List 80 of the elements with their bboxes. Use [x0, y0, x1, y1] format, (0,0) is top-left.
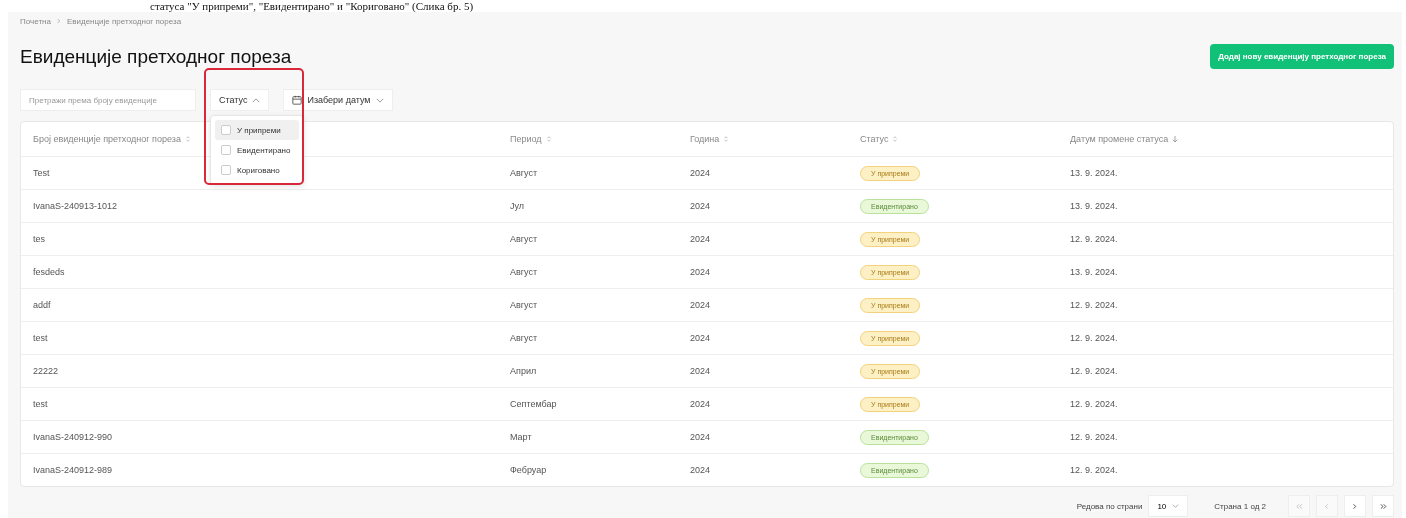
table-cell: 13. 9. 2024. [1070, 267, 1118, 277]
caret-icon [252, 97, 261, 103]
table-cell: 13. 9. 2024. [1070, 201, 1118, 211]
status-filter-dropdown[interactable]: Статус [210, 89, 270, 111]
table-cell: 12. 9. 2024. [1070, 465, 1118, 475]
table-cell: 2024 [690, 300, 711, 310]
rows-per-page-select[interactable]: 10 [1148, 495, 1189, 517]
table-cell: Август [510, 300, 538, 310]
breadcrumb-link[interactable]: Почетна [20, 16, 51, 26]
column-header[interactable]: Статус [860, 134, 889, 144]
last-page-button[interactable] [1372, 495, 1394, 517]
column-header[interactable]: Период [510, 134, 542, 144]
table-cell: 2024 [690, 333, 711, 343]
table-cell: fesdeds [33, 267, 65, 277]
table-cell: Фебруар [510, 465, 547, 475]
table-cell: test [33, 333, 48, 343]
double-chevron-icon [1294, 501, 1304, 511]
table-cell: 2024 [690, 432, 711, 442]
checkbox[interactable] [221, 165, 231, 175]
table-cell: Април [510, 366, 537, 376]
caret-icon [1172, 504, 1180, 508]
status-option[interactable]: У припреми [215, 120, 299, 140]
table-cell: Август [510, 333, 538, 343]
table-cell: IvanaS-240912-989 [33, 465, 113, 475]
table-cell: test [33, 399, 48, 409]
table-cell: 12. 9. 2024. [1070, 234, 1118, 244]
table-cell: Август [510, 267, 538, 277]
table-cell: 12. 9. 2024. [1070, 399, 1118, 409]
option-label: У припреми [237, 125, 281, 135]
column-header[interactable]: Датум промене статуса [1070, 134, 1169, 144]
table-cell: Јул [510, 201, 525, 211]
table-cell: 13. 9. 2024. [1070, 168, 1118, 178]
table-cell: IvanaS-240912-990 [33, 432, 113, 442]
sort-icon[interactable] [184, 135, 191, 143]
table-cell: Test [33, 168, 50, 178]
table-cell: 2024 [690, 267, 711, 277]
caret-icon [375, 97, 384, 103]
table-cell: 12. 9. 2024. [1070, 432, 1118, 442]
table-cell: 2024 [690, 366, 711, 376]
chevron-icon [1350, 501, 1360, 511]
add-record-button[interactable]: Додај нову евиденцију претходног пореза [1210, 44, 1394, 69]
document-caption: статуса "У припреми", "Евидентирано" и "Кориговано" (Слика бр. 5) [149, 0, 475, 12]
rows-per-page-label: Редова по страни [1076, 501, 1143, 511]
double-chevron-icon [1378, 501, 1388, 511]
status-option[interactable]: Кориговано [215, 160, 299, 180]
table-cell: 2024 [690, 201, 711, 211]
table-cell: 12. 9. 2024. [1070, 333, 1118, 343]
table-cell: addf [33, 300, 51, 310]
table-cell: tes [33, 234, 45, 244]
page-title: Евиденције претходног пореза [20, 45, 292, 68]
calendar-icon [292, 95, 303, 105]
checkbox[interactable] [221, 145, 231, 155]
column-header[interactable]: Година [690, 134, 720, 144]
table-cell: Март [510, 432, 532, 442]
column-header[interactable]: Број евиденције претходног пореза [33, 134, 181, 144]
sort-icon[interactable] [892, 135, 899, 143]
option-label: Евидентирано [237, 145, 291, 155]
checkbox[interactable] [221, 125, 231, 135]
table-cell: IvanaS-240913-1012 [33, 201, 118, 211]
chevron-right-icon [56, 18, 61, 24]
table-cell: 12. 9. 2024. [1070, 300, 1118, 310]
sort-icon[interactable] [545, 135, 552, 143]
search-field[interactable]: Претражи према броју евиденције [20, 89, 196, 111]
table-cell: 2024 [690, 234, 711, 244]
table-cell: 2024 [690, 168, 711, 178]
table-cell: 12. 9. 2024. [1070, 366, 1118, 376]
table-cell: Септембар [510, 399, 557, 409]
table-cell: 22222 [33, 366, 59, 376]
next-page-button[interactable] [1344, 495, 1366, 517]
option-label: Кориговано [237, 165, 280, 175]
breadcrumb-link[interactable]: Евиденције претходног пореза [66, 16, 182, 26]
table-cell: 2024 [690, 399, 711, 409]
status-option[interactable]: Евидентирано [215, 140, 299, 160]
sort-down-icon[interactable] [1172, 135, 1179, 143]
table-cell: Август [510, 234, 538, 244]
table-cell: Август [510, 168, 538, 178]
table-cell: 2024 [690, 465, 711, 475]
page-indicator: Страна 1 од 2 [1214, 501, 1266, 511]
date-picker-button[interactable]: Изабери датум [283, 89, 393, 111]
sort-icon[interactable] [723, 135, 730, 143]
